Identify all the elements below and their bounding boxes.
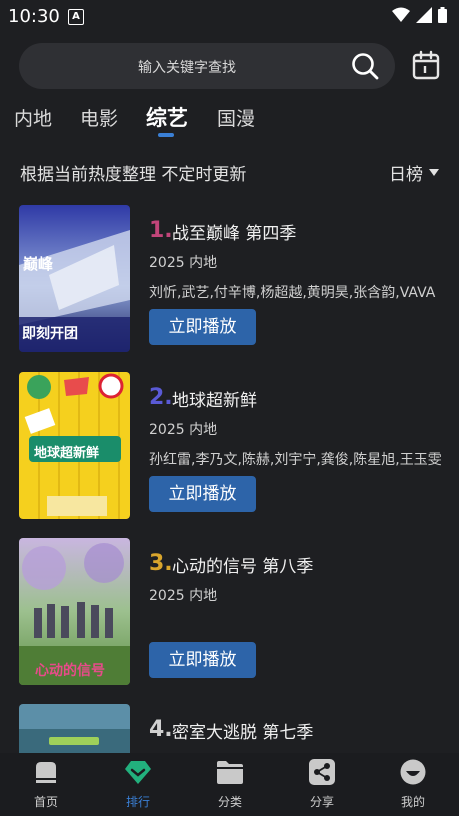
nav-profile-label[interactable]: 我的 [378,793,448,810]
rank-number: 4. [149,717,173,742]
nav-category-label[interactable]: 分类 [195,793,265,810]
show-title[interactable]: 心动的信号 第八季 [172,552,313,577]
show-meta: 2025 内地 [149,422,218,438]
search-placeholder[interactable]: 输入关键字查找 [19,57,395,77]
status-icons [392,7,447,23]
signal-icon [416,7,432,23]
rank-number: 2. [149,385,173,410]
nav-home[interactable]: 首页 [11,759,81,810]
profile-icon[interactable] [400,759,426,785]
rank-number: 1. [149,218,173,243]
ranking-period-select[interactable]: 日榜 [389,160,439,185]
nav-ranking[interactable]: 排行 [103,759,173,810]
poster-art [19,704,130,753]
home-icon[interactable] [33,759,59,785]
poster-image[interactable]: 巅峰 即刻开团 [19,205,130,352]
search-icon[interactable] [351,52,379,80]
poster-text: 地球超新鲜 [34,446,100,461]
show-title[interactable]: 战至巅峰 第四季 [172,219,296,244]
search-bar[interactable]: 输入关键字查找 [19,43,395,89]
nav-home-label[interactable]: 首页 [11,793,81,810]
show-meta: 2025 内地 [149,588,218,604]
nav-share-label[interactable]: 分享 [287,793,357,810]
poster-text: 巅峰 [23,255,54,273]
list-item[interactable]: 4. 密室大逃脱 第七季 [0,704,459,753]
play-button[interactable]: 立即播放 [149,309,256,345]
list-item[interactable]: 巅峰 即刻开团 1. 战至巅峰 第四季 2025 内地 刘忻,武艺,付辛博,杨超… [0,205,459,355]
dropdown-arrow-icon[interactable] [429,169,439,176]
poster-text: 即刻开团 [22,326,78,342]
nav-ranking-label[interactable]: 排行 [103,793,173,810]
show-cast: 孙红雷,李乃文,陈赫,刘宇宁,龚俊,陈星旭,王玉雯 [149,452,441,468]
show-title[interactable]: 地球超新鲜 [172,386,257,411]
active-tab-indicator [158,133,174,137]
calendar-icon[interactable] [412,50,440,80]
tab-variety[interactable]: 综艺 [146,102,188,132]
poster-text: 心动的信号 [35,663,105,679]
show-meta: 2025 内地 [149,255,218,271]
tab-anime[interactable]: 国漫 [217,104,255,131]
ranking-description: 根据当前热度整理 不定时更新 [20,165,247,185]
play-button[interactable]: 立即播放 [149,476,256,512]
show-cast: 刘忻,武艺,付辛博,杨超越,黄明昊,张含韵,VAVA [149,285,436,301]
nav-profile[interactable]: 我的 [378,759,448,810]
wifi-icon [392,7,410,22]
tab-movie[interactable]: 电影 [80,104,118,131]
ranking-period-label[interactable]: 日榜 [389,160,423,185]
list-item[interactable]: 地球超新鲜 2. 地球超新鲜 2025 内地 孙红雷,李乃文,陈赫,刘宇宁,龚俊… [0,372,459,522]
nav-share[interactable]: 分享 [287,759,357,810]
poster-image[interactable]: 心动的信号 [19,538,130,685]
status-time: 10:30 [8,6,60,27]
ranking-list: 巅峰 即刻开团 1. 战至巅峰 第四季 2025 内地 刘忻,武艺,付辛博,杨超… [0,205,459,753]
notification-a-icon: A [68,9,84,25]
nav-category[interactable]: 分类 [195,759,265,810]
battery-icon [438,7,447,23]
ranking-icon[interactable] [124,759,152,785]
share-icon[interactable] [309,759,335,785]
list-item[interactable]: 心动的信号 3. 心动的信号 第八季 2025 内地 立即播放 [0,538,459,688]
play-button[interactable]: 立即播放 [149,642,256,678]
show-title[interactable]: 密室大逃脱 第七季 [172,718,313,743]
status-bar: 10:30 A [0,0,459,34]
poster-image[interactable] [19,704,130,753]
rank-number: 3. [149,551,173,576]
folder-icon[interactable] [216,759,244,785]
bottom-navigation: 首页 排行 分类 分享 我的 [0,753,459,816]
poster-image[interactable]: 地球超新鲜 [19,372,130,519]
tab-mainland[interactable]: 内地 [14,104,52,131]
